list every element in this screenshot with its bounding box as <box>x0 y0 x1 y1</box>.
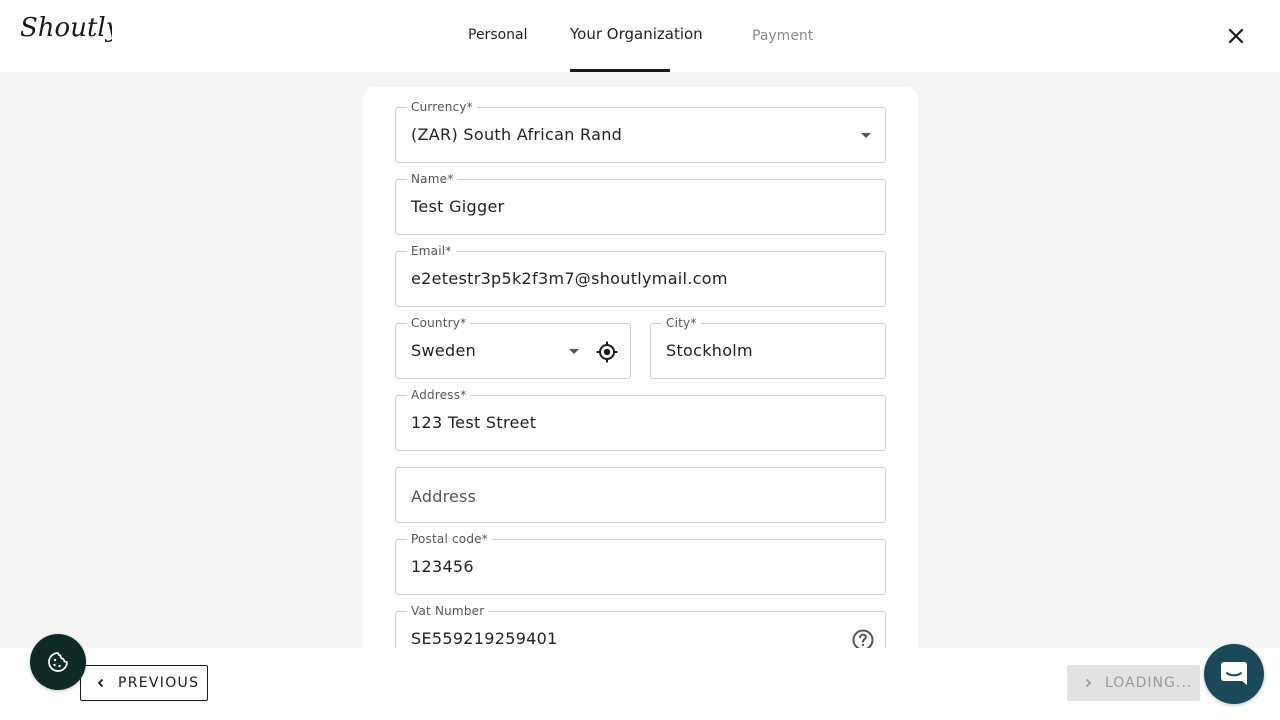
city-field[interactable]: City* Stockholm <box>650 315 886 379</box>
chat-icon <box>1221 662 1247 685</box>
tab-your-organization[interactable]: Your Organization <box>570 0 703 70</box>
address-line-2-placeholder: Address <box>411 487 477 506</box>
postal-code-value: 123456 <box>411 557 474 576</box>
chevron-left-icon <box>97 678 104 688</box>
tab-payment[interactable]: Payment <box>752 0 813 72</box>
active-tab-indicator <box>570 69 670 72</box>
cookie-icon <box>48 652 68 672</box>
svg-text:Shoutly: Shoutly <box>20 13 112 43</box>
postal-code-field[interactable]: Postal code* 123456 <box>395 531 886 595</box>
city-value: Stockholm <box>666 341 753 360</box>
close-button[interactable] <box>1222 22 1250 50</box>
top-navigation-bar: Shoutly Personal Your Organization Payme… <box>0 0 1280 72</box>
bottom-action-bar: PREVIOUS LOADING... <box>0 648 1280 720</box>
email-field[interactable]: Email* e2etestr3p5k2f3m7@shoutlymail.com <box>395 243 886 307</box>
tab-personal[interactable]: Personal <box>468 0 528 71</box>
previous-button-label: PREVIOUS <box>118 675 200 691</box>
shoutly-logo[interactable]: Shoutly <box>20 12 112 50</box>
location-target-icon[interactable] <box>595 340 619 364</box>
next-button-label: LOADING... <box>1105 675 1193 691</box>
address-value: 123 Test Street <box>411 413 537 432</box>
name-value: Test Gigger <box>411 197 505 216</box>
organization-form-card: Currency* (ZAR) South African Rand Name*… <box>363 87 918 687</box>
email-value: e2etestr3p5k2f3m7@shoutlymail.com <box>411 269 728 288</box>
currency-value: (ZAR) South African Rand <box>411 125 623 144</box>
dropdown-caret-icon <box>861 133 871 138</box>
next-button-loading[interactable]: LOADING... <box>1067 665 1200 701</box>
dropdown-caret-icon <box>569 349 579 354</box>
country-value: Sweden <box>411 341 477 360</box>
close-icon <box>1228 28 1244 44</box>
cookie-settings-button[interactable] <box>30 634 86 690</box>
name-field[interactable]: Name* Test Gigger <box>395 171 886 235</box>
address-line-2-field[interactable]: Address <box>395 467 886 523</box>
currency-select[interactable]: Currency* (ZAR) South African Rand <box>395 99 886 163</box>
address-field[interactable]: Address* 123 Test Street <box>395 387 886 451</box>
chat-support-button[interactable] <box>1204 644 1264 704</box>
previous-button[interactable]: PREVIOUS <box>80 665 208 701</box>
chevron-right-icon <box>1085 678 1092 688</box>
country-select[interactable]: Country* Sweden <box>395 315 631 379</box>
